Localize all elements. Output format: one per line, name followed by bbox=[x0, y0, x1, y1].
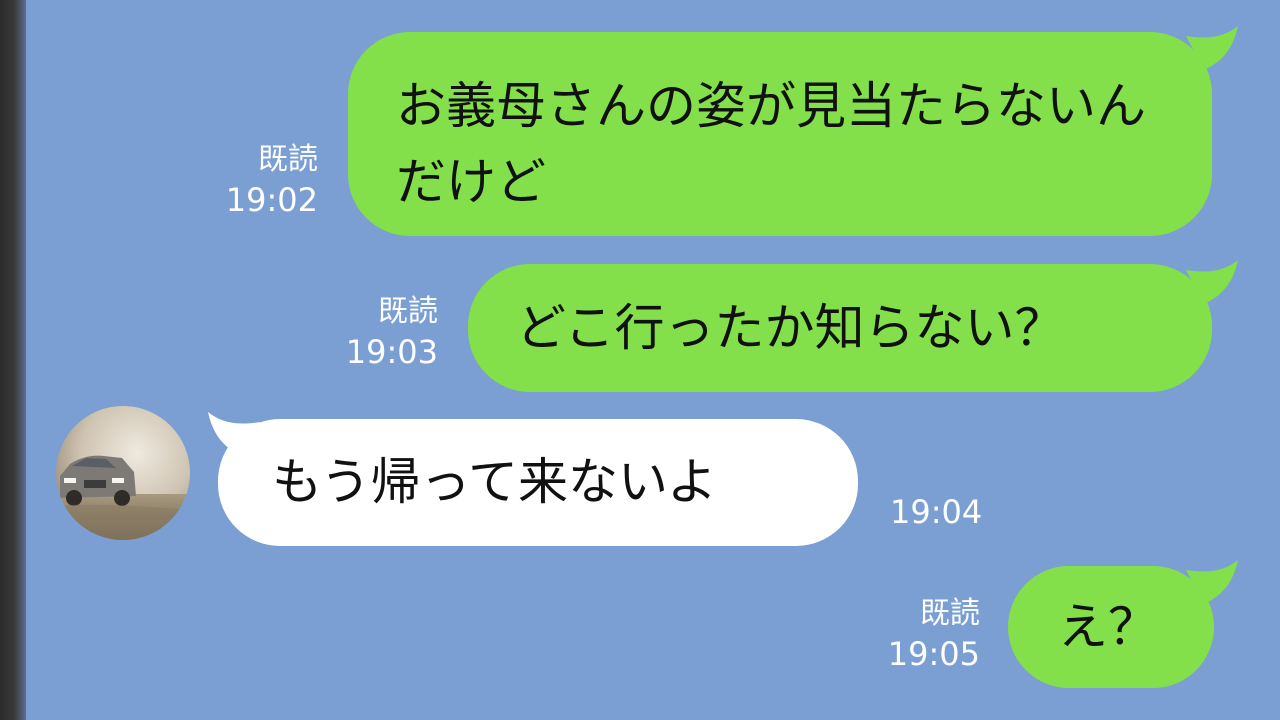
read-receipt-2: 既読 bbox=[378, 294, 438, 329]
timestamp-4: 19:05 bbox=[887, 635, 980, 673]
bubble-tail-1 bbox=[1186, 26, 1238, 70]
message-text-3: もう帰って来ないよ bbox=[272, 453, 717, 511]
message-bubble-4[interactable]: え？ bbox=[1008, 566, 1214, 688]
message-bubble-3[interactable]: もう帰って来ないよ bbox=[218, 419, 858, 546]
message-bubble-2[interactable]: どこ行ったか知らない？ bbox=[468, 264, 1212, 392]
message-meta-1: 既読 19:02 bbox=[190, 140, 318, 220]
timestamp-1: 19:02 bbox=[225, 181, 318, 219]
message-meta-2: 既読 19:03 bbox=[310, 292, 438, 372]
bubble-tail-4 bbox=[1186, 560, 1238, 604]
message-meta-4: 既読 19:05 bbox=[852, 594, 980, 674]
avatar-photo-icon bbox=[56, 406, 190, 540]
read-receipt-1: 既読 bbox=[258, 142, 318, 177]
bubble-tail-2 bbox=[1186, 260, 1238, 304]
message-text-2: どこ行ったか知らない？ bbox=[516, 299, 1065, 357]
timestamp-3: 19:04 bbox=[890, 493, 983, 531]
read-receipt-4: 既読 bbox=[920, 596, 980, 631]
contact-avatar[interactable] bbox=[56, 406, 190, 540]
timestamp-2: 19:03 bbox=[345, 333, 438, 371]
message-text-4: え？ bbox=[1058, 598, 1158, 656]
device-frame-edge bbox=[0, 0, 26, 720]
message-text-1: お義母さんの姿が見当たらないんだけど bbox=[396, 77, 1146, 211]
message-bubble-1[interactable]: お義母さんの姿が見当たらないんだけど bbox=[348, 32, 1212, 236]
